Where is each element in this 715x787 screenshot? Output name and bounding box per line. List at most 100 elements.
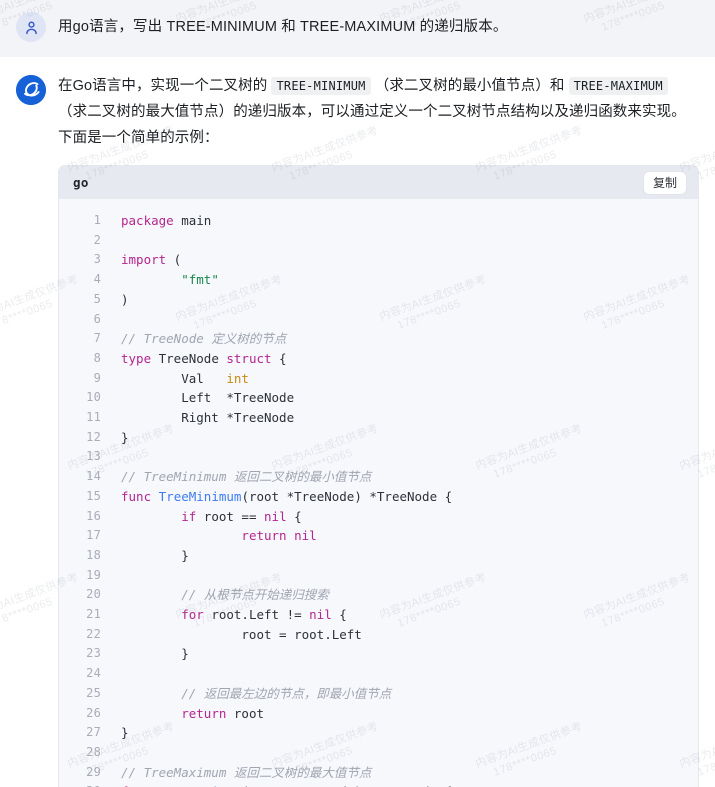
code-token-fn: TreeMinimum	[158, 488, 242, 504]
code-token-kw: nil	[294, 528, 317, 544]
code-line-number: 9	[93, 370, 101, 385]
code-line-number: 29	[86, 764, 101, 779]
code-token-pl: root	[226, 705, 265, 721]
code-token-pl: Left *TreeNode	[121, 390, 295, 406]
code-line-number: 10	[86, 390, 101, 405]
user-message-row: 用go语言，写出 TREE-MINIMUM 和 TREE-MAXIMUM 的递归…	[0, 0, 715, 57]
code-token-kw: import	[121, 252, 167, 268]
code-line-number: 1	[93, 213, 101, 227]
code-line-number: 24	[86, 666, 101, 681]
code-line-text: // TreeMaximum 返回二叉树的最大值节点	[101, 763, 698, 783]
code-line-number: 11	[86, 410, 101, 425]
code-block-header: go 复制	[59, 166, 698, 199]
code-token-cmt: // 返回最左边的节点，即最小值节点	[181, 685, 392, 701]
code-token-kw: type	[121, 350, 152, 366]
code-language-label: go	[73, 175, 89, 190]
code-line-text: }	[101, 644, 698, 664]
code-token-pl: root = root.Left	[121, 626, 362, 642]
code-token-pl: }	[121, 725, 129, 741]
code-token-kw: return	[241, 528, 287, 544]
inline-code-tree-minimum: TREE-MINIMUM	[271, 77, 371, 95]
assistant-message-row: 在Go语言中，实现一个二叉树的 TREE-MINIMUM （求二叉树的最小值节点…	[0, 57, 715, 787]
code-line: 22 root = root.Left	[59, 625, 698, 645]
code-line-number: 13	[86, 449, 101, 464]
code-token-pl: Val	[121, 370, 227, 386]
code-line: 13	[59, 447, 698, 467]
code-line: 7 // TreeNode 定义树的节点	[59, 329, 698, 349]
code-line-text: return root	[101, 704, 698, 724]
code-line-text: // TreeMinimum 返回二叉树的最小值节点	[101, 467, 698, 487]
code-token-pl: (root *TreeNode) *TreeNode {	[241, 488, 453, 504]
code-line-number: 12	[86, 429, 101, 444]
code-line: 5)	[59, 290, 698, 310]
code-token-kw: package	[121, 213, 174, 228]
code-block: go 复制 1 package main 2 3 import (4 "fmt" 5) 6…	[58, 165, 699, 787]
avatar	[16, 12, 46, 42]
code-line: 21 for root.Left != nil {	[59, 605, 698, 625]
code-line-number: 5	[93, 291, 101, 306]
code-line: 23 }	[59, 644, 698, 664]
code-line-number: 28	[86, 744, 101, 759]
code-line-text: root = root.Left	[101, 625, 698, 645]
code-line: 10 Left *TreeNode	[59, 388, 698, 408]
code-token-kw: return	[181, 705, 227, 721]
code-line: 16 if root == nil {	[59, 507, 698, 527]
code-line-number: 25	[86, 685, 101, 700]
code-line-text: return nil	[101, 526, 698, 546]
code-token-pl: }	[121, 547, 189, 563]
code-block-body[interactable]: 1 package main 2 3 import (4 "fmt" 5) 6 7// T…	[59, 199, 698, 787]
code-token-cmt: // TreeMinimum 返回二叉树的最小值节点	[121, 469, 372, 485]
paragraph-seg-1: 在Go语言中，实现一个二叉树的	[58, 78, 272, 94]
code-line-number: 19	[86, 567, 101, 582]
code-line-text	[101, 664, 698, 684]
copy-code-button[interactable]: 复制	[643, 171, 686, 194]
code-line-number: 7	[93, 331, 101, 346]
code-line: 30func TreeMaximum(root *TreeNode) *Tree…	[59, 782, 698, 787]
code-token-kw: struct	[226, 350, 272, 366]
code-line-text	[101, 447, 698, 467]
code-line-number: 23	[86, 646, 101, 661]
code-line-text	[101, 231, 698, 251]
code-token-pl: {	[271, 350, 287, 366]
code-line: 28	[59, 743, 698, 763]
code-token-pl: Right *TreeNode	[121, 410, 295, 426]
code-line-text	[101, 310, 698, 330]
code-token-kw: nil	[309, 607, 332, 623]
code-line: 2	[59, 231, 698, 251]
code-line: 1 package main	[59, 211, 698, 231]
code-line-text: // 从根节点开始递归搜索	[101, 585, 698, 605]
code-line: 15 func TreeMinimum(root *TreeNode) *Tree…	[59, 487, 698, 507]
code-line-number: 27	[86, 725, 101, 740]
code-line-number: 30	[59, 782, 101, 787]
code-line-text: Left *TreeNode	[101, 388, 698, 408]
code-line: 29 // TreeMaximum 返回二叉树的最大值节点	[59, 763, 698, 783]
code-line-text: }	[101, 546, 698, 566]
code-line: 6	[59, 310, 698, 330]
code-line-text: "fmt"	[101, 270, 698, 290]
code-token-pl: {	[286, 508, 302, 524]
code-line-number: 20	[86, 587, 101, 602]
code-token-pl: )	[121, 291, 129, 307]
code-line: 12}	[59, 428, 698, 448]
code-line: 17 return nil	[59, 526, 698, 546]
user-message-text: 用go语言，写出 TREE-MINIMUM 和 TREE-MAXIMUM 的递归…	[58, 19, 508, 35]
code-token-cmt: // 从根节点开始递归搜索	[181, 587, 329, 603]
code-line: 20 // 从根节点开始递归搜索	[59, 585, 698, 605]
code-line: 9 Val int	[59, 369, 698, 389]
code-line-text: // TreeNode 定义树的节点	[101, 329, 698, 349]
code-token-pl: }	[121, 429, 129, 445]
code-line: 26 return root	[59, 704, 698, 724]
code-line-text: }	[101, 723, 698, 743]
paragraph-seg-2: （求二叉树的最小值节点）和	[370, 78, 569, 94]
code-line: 14 // TreeMinimum 返回二叉树的最小值节点	[59, 467, 698, 487]
code-line-text: type TreeNode struct {	[101, 349, 698, 369]
code-line-text: }	[101, 428, 698, 448]
code-line-number: 17	[86, 528, 101, 543]
code-line-number: 15	[86, 488, 101, 503]
